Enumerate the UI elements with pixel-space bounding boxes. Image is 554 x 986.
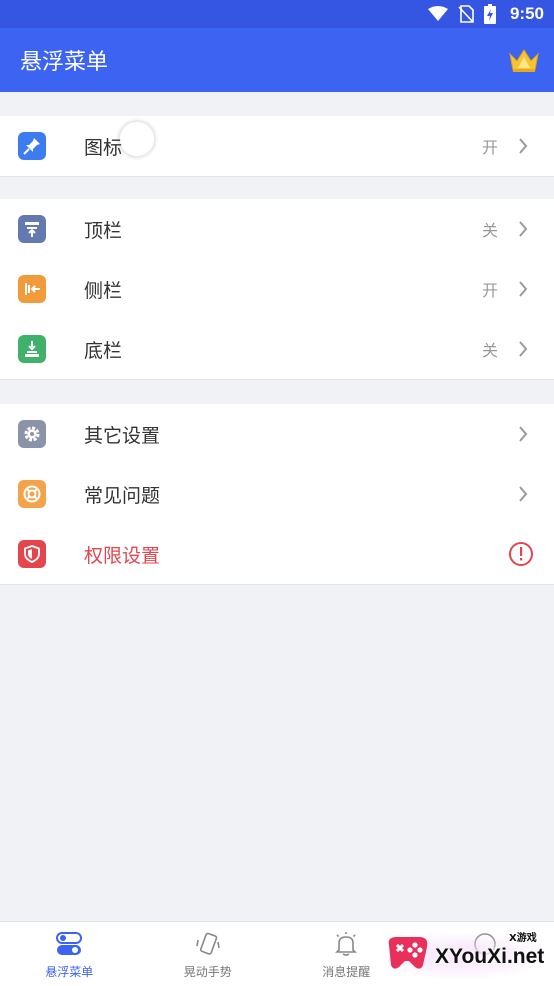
settings-group-1: 图标 开 [0,116,554,177]
row-side-bar[interactable]: 侧栏 开 [0,259,554,319]
tab-floating-menu[interactable]: 悬浮菜单 [0,922,139,986]
row-label: 顶栏 [84,219,123,242]
gamepad-logo-icon [388,937,428,969]
row-faq[interactable]: 常见问题 [0,464,554,524]
wifi-icon [427,6,448,21]
row-status: 开 [481,138,498,157]
alert-icon [509,542,533,566]
row-label: 侧栏 [84,279,123,302]
row-label: 常见问题 [84,484,161,507]
row-label: 其它设置 [84,424,161,447]
app-bar: 悬浮菜单 [0,28,554,92]
row-bottom-bar[interactable]: 底栏 关 [0,319,554,379]
crown-icon[interactable] [508,46,540,74]
tab-label: 悬浮菜单 [45,965,94,979]
status-bar: 9:50 [0,0,554,28]
shield-icon [18,540,46,568]
gear-icon [18,420,46,448]
row-label: 图标 [84,136,123,159]
row-other-settings[interactable]: 其它设置 [0,404,554,464]
row-status: 关 [481,221,498,240]
shake-phone-icon [195,932,220,955]
chevron-right-icon [519,138,528,154]
row-label: 底栏 [84,339,123,362]
battery-icon [483,4,496,24]
row-icon-setting[interactable]: 图标 开 [0,116,554,176]
touch-ripple [118,120,156,158]
pin-icon [18,132,46,160]
tab-label: 消息提醒 [322,965,371,979]
chevron-right-icon [519,281,528,297]
row-permissions[interactable]: 权限设置 [0,524,554,584]
watermark-text: XYouXi.net [435,945,545,968]
lifebuoy-icon [18,480,46,508]
status-time: 9:50 [509,4,544,23]
toggle-icon [56,932,83,955]
top-bar-icon [18,215,46,243]
no-sim-icon [458,5,474,23]
page-title: 悬浮菜单 [20,50,109,75]
settings-group-2: 顶栏 关 侧栏 开 底栏 关 [0,199,554,380]
bell-icon [335,932,358,956]
chevron-right-icon [519,486,528,502]
chevron-right-icon [519,221,528,237]
settings-group-3: 其它设置 常见问题 权限设置 [0,404,554,585]
chevron-right-icon [519,341,528,357]
row-label: 权限设置 [84,544,161,567]
row-status: 关 [481,341,498,360]
tab-label: 晃动手势 [183,965,232,979]
chevron-right-icon [519,426,528,442]
tab-shake-gesture[interactable]: 晃动手势 [139,922,278,986]
row-status: 开 [481,281,498,300]
watermark: XYouXi.net X游戏 [383,925,553,983]
row-top-bar[interactable]: 顶栏 关 [0,199,554,259]
side-bar-icon [18,275,46,303]
bottom-bar-icon [18,335,46,363]
watermark-subtext: X游戏 [509,933,537,944]
